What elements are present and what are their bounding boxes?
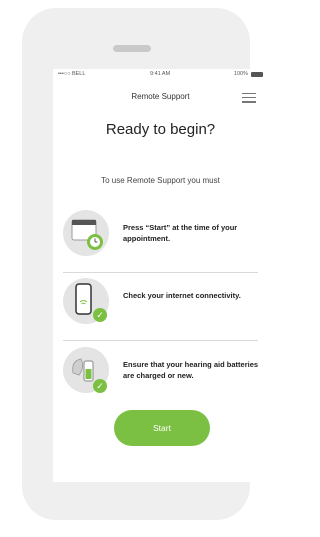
status-bar: •••○○ BELL 9:41 AM 100% bbox=[53, 69, 268, 81]
battery-icon bbox=[251, 72, 263, 77]
carrier-label: •••○○ BELL bbox=[58, 71, 86, 77]
step-text: Ensure that your hearing aid batteries a… bbox=[123, 360, 259, 380]
calendar-alarm-icon bbox=[71, 219, 103, 250]
step-item-appointment: Press “Start” at the time of your appoin… bbox=[63, 210, 263, 264]
phone-frame: •••○○ BELL 9:41 AM 100% Remote Support R… bbox=[22, 8, 268, 520]
page-title: Remote Support bbox=[131, 92, 190, 101]
check-icon: ✓ bbox=[93, 308, 107, 322]
step-text: Press “Start” at the time of your appoin… bbox=[123, 223, 238, 243]
divider bbox=[63, 340, 258, 341]
speaker-grille bbox=[113, 45, 151, 52]
start-button[interactable]: Start bbox=[114, 410, 210, 446]
divider bbox=[63, 272, 258, 273]
step-item-connectivity: ✓ Check your internet connectivity. bbox=[63, 278, 263, 332]
step-item-batteries: ✓ Ensure that your hearing aid batteries… bbox=[63, 347, 263, 401]
step-icon-background bbox=[63, 210, 109, 256]
step-text: Check your internet connectivity. bbox=[123, 291, 241, 300]
intro-text: To use Remote Support you must bbox=[101, 176, 220, 185]
clock: 9:41 AM bbox=[150, 71, 171, 77]
ready-headline: Ready to begin? bbox=[105, 121, 216, 138]
battery-text: 100% bbox=[233, 71, 248, 77]
check-icon: ✓ bbox=[93, 379, 107, 393]
hamburger-menu-icon[interactable] bbox=[242, 93, 256, 103]
app-screen: •••○○ BELL 9:41 AM 100% Remote Support R… bbox=[53, 69, 268, 482]
